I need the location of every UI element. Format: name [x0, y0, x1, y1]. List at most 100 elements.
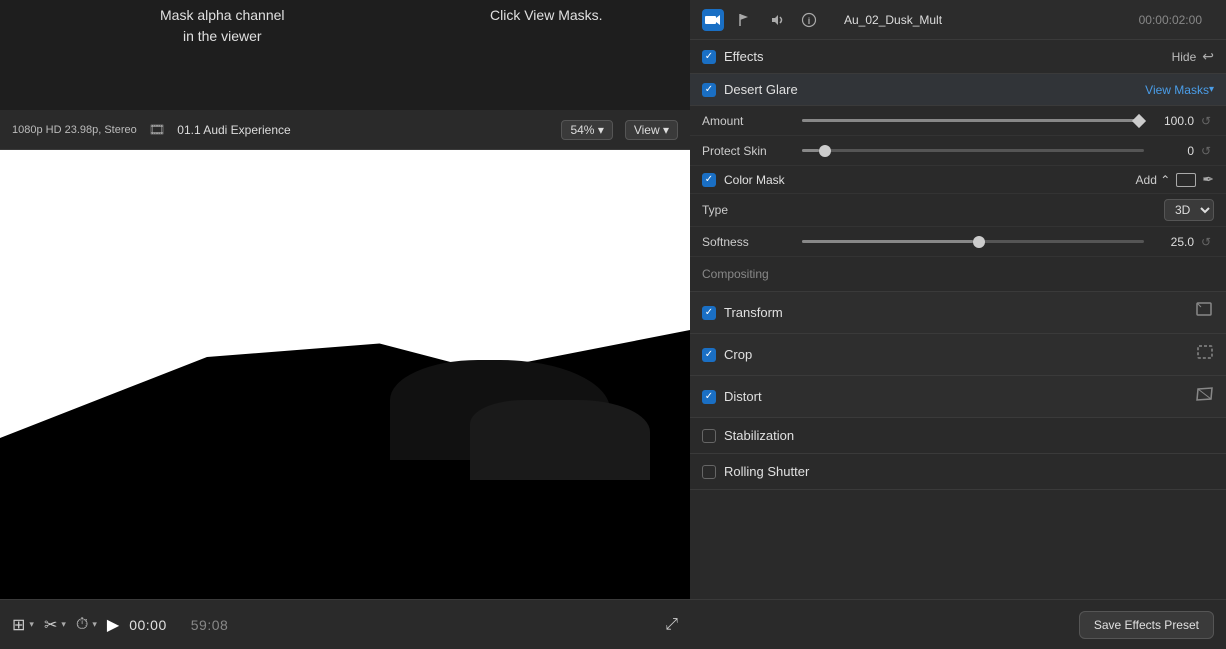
eyedropper-icon[interactable]: ✒: [1202, 171, 1214, 188]
speed-icon-group[interactable]: ⏱ ▾: [76, 616, 97, 634]
panel-footer: Save Effects Preset: [690, 599, 1226, 649]
type-label: Type: [702, 203, 802, 217]
stabilization-label: Stabilization: [724, 428, 794, 443]
amount-slider-area[interactable]: [802, 119, 1144, 122]
layout-icon-group[interactable]: ⊞ ▾: [12, 615, 34, 635]
protect-skin-thumb[interactable]: [819, 145, 831, 157]
annotation-area: Mask alpha channel in the viewer Click V…: [0, 0, 690, 110]
layout-chevron[interactable]: ▾: [29, 619, 34, 630]
transform-checkbox[interactable]: [702, 306, 716, 320]
softness-slider-area[interactable]: [802, 240, 1144, 243]
view-masks-button[interactable]: View Masks: [1145, 83, 1209, 97]
color-mask-checkbox[interactable]: [702, 173, 716, 187]
trim-icon[interactable]: ✂: [44, 615, 57, 635]
svg-text:i: i: [808, 16, 811, 26]
save-preset-button[interactable]: Save Effects Preset: [1079, 611, 1214, 639]
distort-icon[interactable]: [1196, 386, 1214, 407]
protect-skin-fill: [802, 149, 819, 152]
softness-thumb[interactable]: [973, 236, 985, 248]
crop-label: Crop: [724, 347, 752, 362]
timeline-controls: ⊞ ▾ ✂ ▾ ⏱ ▾ ▶ 00:00 59:08 ⤢: [0, 599, 690, 649]
protect-skin-reset[interactable]: ↺: [1198, 143, 1214, 159]
undo-button[interactable]: ↩: [1202, 48, 1214, 65]
hide-button[interactable]: Hide: [1172, 50, 1197, 64]
softness-label: Softness: [702, 235, 802, 249]
softness-fill: [802, 240, 973, 243]
add-button[interactable]: Add ⌃: [1136, 173, 1171, 187]
transform-row: Transform: [690, 292, 1226, 334]
crop-icon[interactable]: [1196, 344, 1214, 365]
stabilization-checkbox[interactable]: [702, 429, 716, 443]
effects-label: Effects: [724, 49, 764, 64]
clip-name: 01.1 Audi Experience: [177, 123, 549, 137]
protect-skin-label: Protect Skin: [702, 144, 802, 158]
layout-icon[interactable]: ⊞: [12, 615, 25, 635]
view-masks-chevron[interactable]: ▾: [1209, 84, 1214, 95]
crop-row: Crop: [690, 334, 1226, 376]
right-panel: i Au_02_Dusk_Mult 00:00:02:00 Effects Hi…: [690, 0, 1226, 649]
audio-icon[interactable]: [766, 9, 788, 31]
clip-title: Au_02_Dusk_Mult: [844, 13, 942, 27]
color-mask-row: Color Mask Add ⌃ ✒: [690, 166, 1226, 194]
video-inspector-icon[interactable]: [702, 9, 724, 31]
amount-value: 100.0: [1144, 114, 1194, 128]
viewer-header: 1080p HD 23.98p, Stereo 🎞 01.1 Audi Expe…: [0, 110, 690, 150]
type-row: Type 3D 2D: [690, 194, 1226, 227]
softness-row: Softness 25.0 ↺: [690, 227, 1226, 257]
desert-glare-checkbox[interactable]: [702, 83, 716, 97]
effects-panel: Effects Hide ↩ Desert Glare View Masks ▾…: [690, 40, 1226, 599]
total-timecode: 59:08: [191, 617, 229, 633]
rolling-shutter-row: Rolling Shutter: [690, 454, 1226, 490]
amount-slider-track[interactable]: [802, 119, 1144, 122]
view-button[interactable]: View ▾: [625, 120, 678, 140]
compositing-label: Compositing: [702, 267, 769, 281]
protect-skin-value: 0: [1144, 144, 1194, 158]
protect-skin-slider-area[interactable]: [802, 149, 1144, 152]
type-select[interactable]: 3D 2D: [1164, 199, 1214, 221]
clip-timecode: 00:00:02:00: [1139, 13, 1202, 27]
softness-reset[interactable]: ↺: [1198, 234, 1214, 250]
fullscreen-button[interactable]: ⤢: [665, 616, 678, 634]
protect-skin-row: Protect Skin 0 ↺: [690, 136, 1226, 166]
crop-checkbox[interactable]: [702, 348, 716, 362]
viewer-area: [0, 150, 690, 600]
zoom-button[interactable]: 54% ▾: [561, 120, 612, 140]
softness-value: 25.0: [1144, 235, 1194, 249]
protect-skin-track[interactable]: [802, 149, 1144, 152]
compositing-section: Compositing: [690, 257, 1226, 292]
mask-tooltip: Mask alpha channel in the viewer: [160, 5, 285, 47]
transform-label: Transform: [724, 305, 783, 320]
film-icon: 🎞: [149, 122, 166, 138]
desert-glare-label: Desert Glare: [724, 82, 798, 97]
distort-row: Distort: [690, 376, 1226, 418]
viewer-canvas: [0, 150, 690, 600]
speed-chevron[interactable]: ▾: [92, 619, 97, 630]
effects-header: Effects Hide ↩: [690, 40, 1226, 74]
transform-icon[interactable]: [1196, 302, 1214, 323]
flag-icon[interactable]: [734, 9, 756, 31]
resolution-info: 1080p HD 23.98p, Stereo: [12, 124, 137, 136]
amount-slider-fill: [802, 119, 1144, 122]
tool-icon-group[interactable]: ✂ ▾: [44, 615, 66, 635]
effects-checkbox[interactable]: [702, 50, 716, 64]
rolling-shutter-checkbox[interactable]: [702, 465, 716, 479]
rolling-shutter-label: Rolling Shutter: [724, 464, 809, 479]
inspector-toolbar: i Au_02_Dusk_Mult 00:00:02:00: [690, 0, 1226, 40]
play-button[interactable]: ▶: [107, 615, 119, 635]
amount-row: Amount 100.0 ↺: [690, 106, 1226, 136]
info-icon[interactable]: i: [798, 9, 820, 31]
distort-checkbox[interactable]: [702, 390, 716, 404]
stabilization-row: Stabilization: [690, 418, 1226, 454]
speed-icon[interactable]: ⏱: [76, 616, 88, 634]
clip-info-bar: Au_02_Dusk_Mult 00:00:02:00: [832, 13, 1214, 27]
inspector-icon-bar: i: [702, 9, 820, 31]
desert-glare-row: Desert Glare View Masks ▾: [690, 74, 1226, 106]
square-icon[interactable]: [1176, 173, 1196, 187]
trim-chevron[interactable]: ▾: [61, 619, 66, 630]
click-tooltip: Click View Masks.: [490, 5, 603, 26]
mask-car2-silhouette: [470, 400, 650, 480]
softness-track[interactable]: [802, 240, 1144, 243]
amount-label: Amount: [702, 114, 802, 128]
distort-label: Distort: [724, 389, 762, 404]
amount-reset[interactable]: ↺: [1198, 113, 1214, 129]
